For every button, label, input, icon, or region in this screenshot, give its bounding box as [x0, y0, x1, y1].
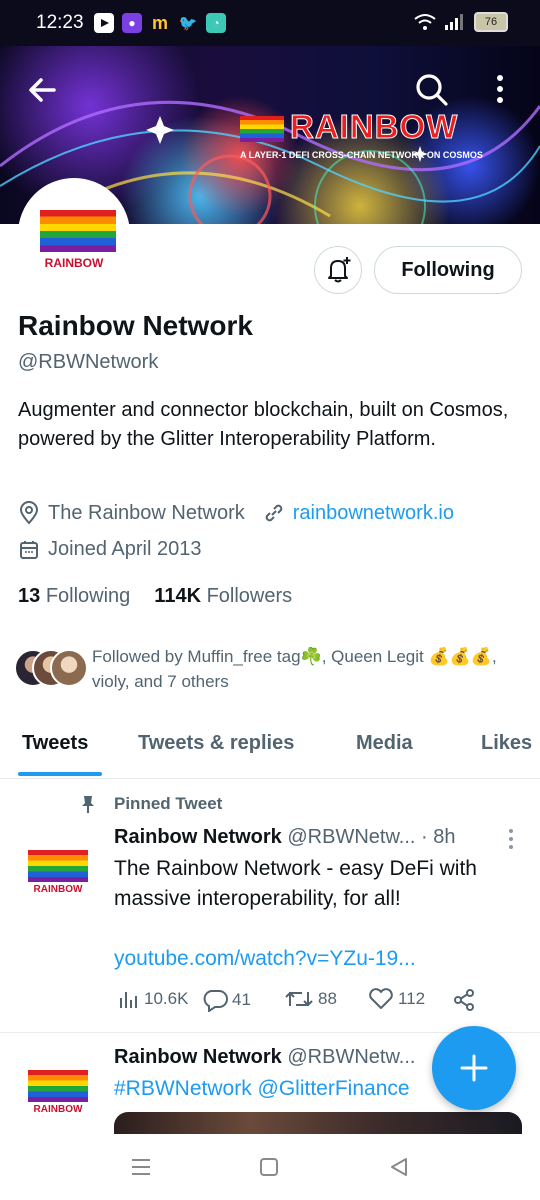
- avatar-rainbow-flag: [40, 210, 116, 252]
- avatar: [50, 649, 88, 687]
- notifications-bell-button[interactable]: [314, 246, 362, 294]
- plus-icon: [460, 1054, 488, 1082]
- mutual-followers-avatars[interactable]: [14, 649, 88, 689]
- back-icon[interactable]: [388, 1156, 410, 1178]
- more-options-icon[interactable]: [488, 72, 512, 108]
- retweet-icon: [285, 991, 313, 1007]
- tweet-more-icon[interactable]: [506, 828, 516, 850]
- link-icon: [265, 504, 283, 522]
- calendar-icon: [20, 540, 38, 559]
- home-icon[interactable]: [258, 1156, 280, 1178]
- banner-tagline: A LAYER-1 DEFI CROSS-CHAIN NETWORK ON CO…: [240, 150, 483, 160]
- followed-by-text[interactable]: Followed by Muffin_free tag☘️, Queen Leg…: [92, 644, 512, 694]
- twitter-icon: 🐦: [178, 15, 198, 32]
- tweet-media-preview[interactable]: [114, 1112, 522, 1134]
- profile-joined-date: Joined April 2013: [48, 538, 202, 560]
- heart-icon: [369, 988, 393, 1009]
- tab-tweets-replies[interactable]: Tweets & replies: [138, 732, 294, 755]
- search-icon[interactable]: [414, 72, 450, 108]
- analytics-icon: [120, 992, 137, 1008]
- pin-icon: [82, 796, 94, 813]
- tweet-link[interactable]: youtube.com/watch?v=YZu-19...: [114, 944, 524, 974]
- retweet-button[interactable]: 88: [284, 988, 337, 1010]
- status-bar: 12:23 ● m 🐦 ◔ 76: [0, 0, 540, 46]
- tweet-author-handle[interactable]: @RBWNetw...: [287, 826, 415, 848]
- tweet-author-handle[interactable]: @RBWNetw...: [287, 1046, 415, 1068]
- avatar-brand-word: RAINBOW: [44, 256, 104, 270]
- location-pin-icon: [19, 501, 39, 525]
- app-icon: ●: [122, 13, 142, 33]
- follow-counts: 13 Following 114K Followers: [18, 585, 292, 608]
- following-button[interactable]: Following: [374, 246, 522, 294]
- tweet-author-avatar[interactable]: RAINBOW: [28, 850, 88, 896]
- wifi-icon: [414, 14, 436, 30]
- tab-likes[interactable]: Likes: [481, 732, 532, 755]
- meta-row-joined: Joined April 2013: [18, 538, 201, 561]
- active-tab-indicator: [18, 772, 102, 776]
- views-button[interactable]: 10.6K: [118, 988, 188, 1010]
- profile-name: Rainbow Network: [18, 310, 253, 341]
- share-button[interactable]: [452, 988, 476, 1012]
- mcdonalds-icon: m: [151, 12, 168, 33]
- meta-row-location-website: The Rainbow Network rainbownetwork.io: [18, 501, 454, 525]
- tweet-time: · 8h: [421, 826, 456, 848]
- profile-bio: Augmenter and connector blockchain, buil…: [18, 399, 509, 450]
- profile-avatar[interactable]: RAINBOW: [18, 178, 130, 290]
- tweet-actions: 10.6K 41 88 112: [114, 988, 514, 1016]
- banner-rainbow-flag: [240, 116, 284, 142]
- back-arrow-icon[interactable]: [24, 74, 64, 106]
- tweet-author-name[interactable]: Rainbow Network: [114, 826, 282, 848]
- tweet-author-name[interactable]: Rainbow Network: [114, 1046, 282, 1068]
- reply-icon: [203, 990, 228, 1012]
- youtube-icon: [94, 13, 114, 33]
- bell-plus-icon: [328, 257, 351, 283]
- battery-indicator: 76: [474, 12, 508, 32]
- following-count-link[interactable]: 13 Following: [18, 585, 130, 608]
- chat-app-icon: ◔: [206, 13, 226, 33]
- tweet-header: Rainbow Network @RBWNetw...: [114, 1046, 415, 1069]
- profile-location: The Rainbow Network: [48, 501, 245, 524]
- pinned-tweet-label: Pinned Tweet: [78, 794, 222, 814]
- like-button[interactable]: 112: [368, 988, 425, 1010]
- reply-button[interactable]: 41: [202, 988, 251, 1012]
- tweet-header: Rainbow Network @RBWNetw... · 8h: [114, 826, 456, 849]
- tab-tweets[interactable]: Tweets: [22, 732, 88, 755]
- banner-brand-word: RAINBOW: [289, 108, 459, 146]
- status-time: 12:23: [36, 12, 84, 33]
- system-navigation-bar: [0, 1134, 540, 1200]
- tweet-text: The Rainbow Network - easy DeFi with mas…: [114, 857, 477, 910]
- compose-tweet-button[interactable]: [432, 1026, 516, 1110]
- profile-handle: @RBWNetwork: [18, 351, 159, 373]
- signal-icon: [445, 14, 463, 30]
- share-icon: [454, 989, 474, 1011]
- profile-tabs: Tweets Tweets & replies Media Likes: [0, 720, 540, 779]
- followers-count-link[interactable]: 114K Followers: [154, 585, 292, 608]
- profile-website-link[interactable]: rainbownetwork.io: [293, 502, 454, 525]
- recent-apps-icon[interactable]: [130, 1156, 152, 1178]
- tweet-author-avatar[interactable]: RAINBOW: [28, 1070, 88, 1116]
- tab-media[interactable]: Media: [356, 732, 413, 755]
